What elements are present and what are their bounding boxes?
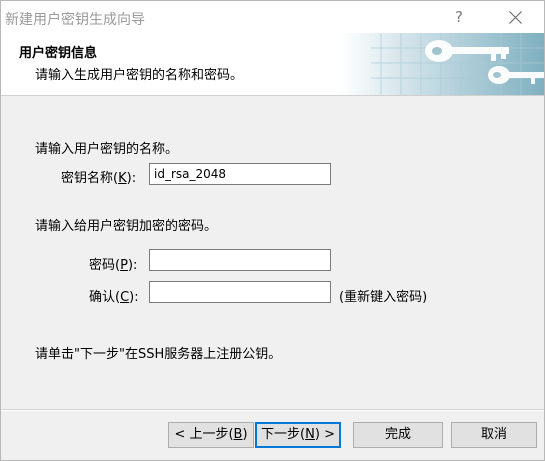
confirm-password-input[interactable] xyxy=(149,281,331,303)
back-accel: B xyxy=(233,427,243,442)
header-subtitle: 请输入生成用户密钥的名称和密码。 xyxy=(35,68,244,83)
confirm-label-text: 确认 xyxy=(89,290,116,305)
window-title: 新建用户密钥生成向导 xyxy=(5,12,145,28)
password-label-text: 密码 xyxy=(89,258,116,273)
next-button[interactable]: 下一步(N) > xyxy=(255,422,341,448)
password-prompt: 请输入给用户密钥加密的密码。 xyxy=(35,219,218,234)
next-button-suffix: > xyxy=(319,427,335,442)
key-name-label-text: 密钥名称 xyxy=(61,171,114,186)
close-button[interactable] xyxy=(493,1,539,33)
finish-button[interactable]: 完成 xyxy=(353,422,443,448)
back-button[interactable]: < 上一步(B) xyxy=(168,422,254,448)
confirm-hint: (重新键入密码) xyxy=(339,290,428,305)
header-title: 用户密钥信息 xyxy=(19,46,98,61)
password-input[interactable] xyxy=(149,249,331,271)
confirm-accel: C xyxy=(120,290,130,305)
name-prompt: 请输入用户密钥的名称。 xyxy=(35,142,179,157)
next-accel: N xyxy=(305,427,315,442)
next-button-label: 下一步 xyxy=(261,427,301,442)
password-label: 密码(P): xyxy=(89,258,138,273)
confirm-label: 确认(C): xyxy=(89,290,139,305)
help-button[interactable]: ? xyxy=(439,1,479,33)
key-name-label: 密钥名称(K): xyxy=(61,171,137,186)
footer-divider-highlight xyxy=(1,410,544,411)
close-icon xyxy=(509,11,522,24)
password-accel: P xyxy=(120,258,128,273)
key-name-accel: K xyxy=(118,171,127,186)
cancel-button[interactable]: 取消 xyxy=(451,422,537,448)
keys-banner-icon xyxy=(341,33,544,95)
title-bar: 新建用户密钥生成向导 ? xyxy=(1,1,544,33)
back-button-label: < 上一步 xyxy=(174,427,229,442)
wizard-header: 用户密钥信息 请输入生成用户密钥的名称和密码。 xyxy=(1,33,544,96)
key-name-input[interactable]: id_rsa_2048 xyxy=(149,163,331,185)
footer-note: 请单击"下一步"在SSH服务器上注册公钥。 xyxy=(35,347,282,362)
wizard-window: 新建用户密钥生成向导 ? 用户密钥信息 请输入生成用户密钥的名称和密码。 请输入… xyxy=(0,0,545,461)
